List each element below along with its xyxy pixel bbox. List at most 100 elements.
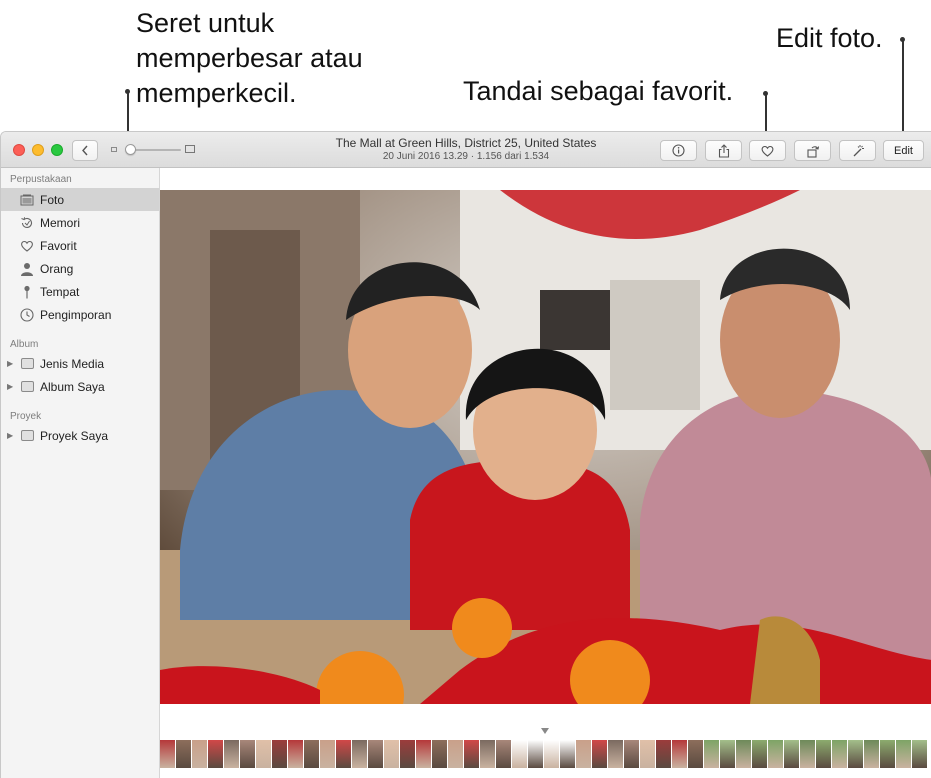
zoom-track[interactable]	[129, 149, 181, 151]
filmstrip-thumbnail[interactable]	[624, 740, 639, 768]
filmstrip-thumbnail[interactable]	[224, 740, 239, 768]
sidebar-item-label: Memori	[40, 215, 81, 230]
filmstrip-thumbnail[interactable]	[192, 740, 207, 768]
filmstrip-thumbnail[interactable]	[432, 740, 447, 768]
sidebar-item-memori[interactable]: Memori	[1, 211, 159, 234]
sidebar-item-foto[interactable]: Foto	[1, 188, 159, 211]
filmstrip-thumbnail[interactable]	[512, 740, 527, 768]
sidebar-item-label: Jenis Media	[40, 356, 105, 371]
zoom-knob[interactable]	[125, 144, 136, 155]
favorite-button[interactable]	[749, 140, 786, 161]
memories-icon	[19, 215, 35, 231]
filmstrip-thumbnail[interactable]	[720, 740, 735, 768]
sidebar-item-album-saya[interactable]: ▶ Album Saya	[1, 375, 159, 398]
filmstrip-thumbnail[interactable]	[560, 740, 575, 768]
person-icon	[19, 261, 35, 277]
filmstrip-thumbnail[interactable]	[352, 740, 367, 768]
callout-edit: Edit foto.	[776, 23, 883, 53]
heart-icon	[19, 238, 35, 254]
fullscreen-button[interactable]	[51, 144, 63, 156]
filmstrip-thumbnail[interactable]	[544, 740, 559, 768]
toolbar: The Mall at Green Hills, District 25, Un…	[1, 132, 931, 168]
filmstrip-thumbnail[interactable]	[848, 740, 863, 768]
enhance-button[interactable]	[839, 140, 876, 161]
photo-title: The Mall at Green Hills, District 25, Un…	[335, 136, 597, 150]
filmstrip-thumbnail[interactable]	[336, 740, 351, 768]
filmstrip-thumbnail[interactable]	[896, 740, 911, 768]
close-button[interactable]	[13, 144, 25, 156]
sidebar-item-proyek-saya[interactable]: ▶ Proyek Saya	[1, 424, 159, 447]
filmstrip-thumbnail[interactable]	[176, 740, 191, 768]
chevron-left-icon	[82, 145, 88, 156]
sidebar-item-jenis-media[interactable]: ▶ Jenis Media	[1, 352, 159, 375]
filmstrip-thumbnail[interactable]	[912, 740, 927, 768]
filmstrip-thumbnail[interactable]	[608, 740, 623, 768]
photos-window: The Mall at Green Hills, District 25, Un…	[0, 131, 931, 778]
sidebar-item-favorit[interactable]: Favorit	[1, 234, 159, 257]
folder-icon	[19, 356, 35, 372]
filmstrip-thumbnail[interactable]	[240, 740, 255, 768]
disclosure-triangle-icon[interactable]: ▶	[7, 359, 13, 368]
share-button[interactable]	[705, 140, 742, 161]
filmstrip-thumbnail[interactable]	[800, 740, 815, 768]
filmstrip-thumbnail[interactable]	[256, 740, 271, 768]
filmstrip-thumbnail[interactable]	[640, 740, 655, 768]
filmstrip-thumbnail[interactable]	[416, 740, 431, 768]
filmstrip-thumbnail[interactable]	[496, 740, 511, 768]
sidebar-item-label: Orang	[40, 261, 74, 276]
sidebar-item-orang[interactable]: Orang	[1, 257, 159, 280]
filmstrip-thumbnail[interactable]	[656, 740, 671, 768]
filmstrip-thumbnail[interactable]	[272, 740, 287, 768]
disclosure-triangle-icon[interactable]: ▶	[7, 382, 13, 391]
filmstrip-thumbnail[interactable]	[688, 740, 703, 768]
filmstrip-thumbnail[interactable]	[832, 740, 847, 768]
sidebar-item-pengimporan[interactable]: Pengimporan	[1, 303, 159, 326]
filmstrip-thumbnail[interactable]	[880, 740, 895, 768]
filmstrip-thumbnail[interactable]	[480, 740, 495, 768]
minimize-button[interactable]	[32, 144, 44, 156]
filmstrip-thumbnail[interactable]	[368, 740, 383, 768]
filmstrip-thumbnail[interactable]	[528, 740, 543, 768]
filmstrip-thumbnail[interactable]	[320, 740, 335, 768]
photo-image[interactable]	[160, 190, 931, 704]
callout-zoom-line-1: Seret untuk	[136, 8, 275, 38]
back-button[interactable]	[72, 140, 98, 161]
folder-icon	[19, 428, 35, 444]
filmstrip-position-marker	[541, 728, 549, 734]
info-icon	[672, 144, 685, 157]
filmstrip-thumbnail[interactable]	[704, 740, 719, 768]
photos-icon	[19, 192, 35, 208]
filmstrip-thumbnail[interactable]	[160, 740, 175, 768]
filmstrip-thumbnail[interactable]	[448, 740, 463, 768]
info-button[interactable]	[660, 140, 697, 161]
filmstrip-thumbnail[interactable]	[864, 740, 879, 768]
photo-subtitle: 20 Juni 2016 13.29 · 1.156 dari 1.534	[382, 151, 550, 162]
filmstrip-thumbnail[interactable]	[208, 740, 223, 768]
disclosure-triangle-icon[interactable]: ▶	[7, 431, 13, 440]
filmstrip-thumbnail[interactable]	[592, 740, 607, 768]
section-project-header: Proyek	[10, 411, 42, 422]
filmstrip-thumbnail[interactable]	[784, 740, 799, 768]
filmstrip-thumbnail[interactable]	[752, 740, 767, 768]
filmstrip[interactable]	[160, 737, 931, 771]
zoom-slider[interactable]	[111, 144, 197, 156]
sidebar-item-label: Foto	[40, 192, 65, 207]
zoom-in-icon	[185, 145, 195, 153]
filmstrip-thumbnail[interactable]	[736, 740, 751, 768]
filmstrip-thumbnail[interactable]	[464, 740, 479, 768]
filmstrip-thumbnail[interactable]	[304, 740, 319, 768]
filmstrip-thumbnail[interactable]	[768, 740, 783, 768]
callout-favorite: Tandai sebagai favorit.	[463, 76, 734, 106]
rotate-button[interactable]	[794, 140, 831, 161]
filmstrip-thumbnail[interactable]	[384, 740, 399, 768]
filmstrip-thumbnail[interactable]	[576, 740, 591, 768]
sidebar-item-tempat[interactable]: Tempat	[1, 280, 159, 303]
filmstrip-thumbnail[interactable]	[400, 740, 415, 768]
clock-icon	[19, 307, 35, 323]
folder-icon	[19, 379, 35, 395]
edit-button[interactable]: Edit	[883, 140, 924, 161]
filmstrip-thumbnail[interactable]	[816, 740, 831, 768]
zoom-out-icon	[111, 147, 117, 152]
filmstrip-thumbnail[interactable]	[672, 740, 687, 768]
filmstrip-thumbnail[interactable]	[288, 740, 303, 768]
